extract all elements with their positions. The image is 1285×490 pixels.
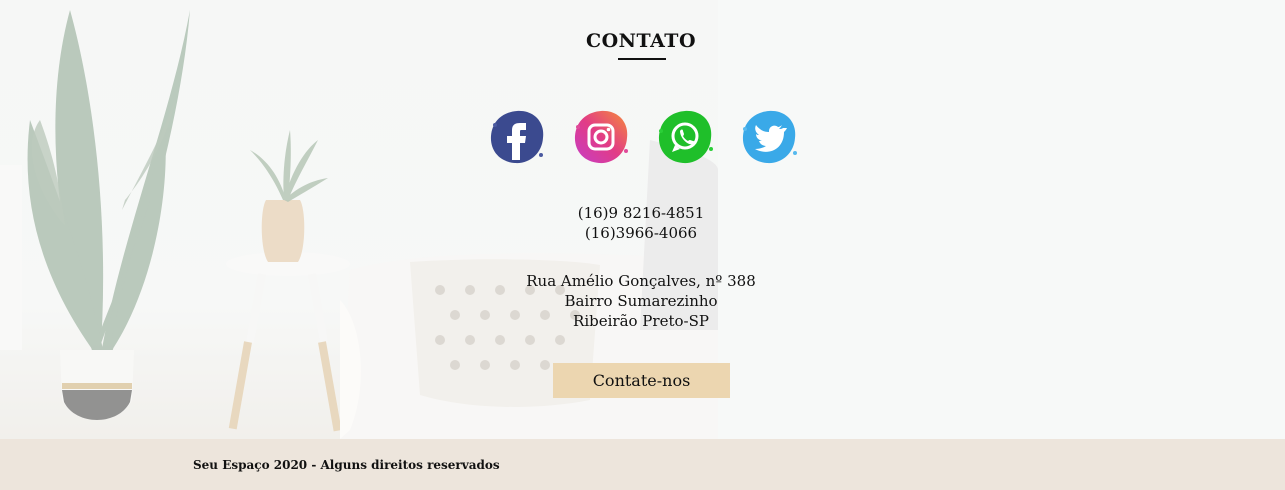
contact-section: CONTATO (16)9 8216-4851 (16)3966-4066 Ru…: [0, 0, 1285, 439]
phone-landline: (16)3966-4066: [584, 224, 698, 242]
instagram-icon: [574, 110, 628, 164]
address-block: Rua Amélio Gonçalves, nº 388 Bairro Suma…: [491, 271, 791, 331]
address-neighborhood: Bairro Sumarezinho: [564, 292, 718, 310]
facebook-link[interactable]: [485, 105, 549, 169]
footer: Seu Espaço 2020 - Alguns direitos reserv…: [0, 439, 1285, 490]
footer-copyright: Seu Espaço 2020 - Alguns direitos reserv…: [193, 458, 500, 472]
social-links: [485, 105, 805, 175]
phone-numbers: (16)9 8216-4851 (16)3966-4066: [491, 203, 791, 243]
phone-mobile: (16)9 8216-4851: [577, 204, 705, 222]
contact-button[interactable]: Contate-nos: [553, 363, 730, 398]
twitter-link[interactable]: [737, 105, 801, 169]
section-title: CONTATO: [585, 30, 697, 52]
twitter-icon: [742, 110, 797, 164]
background-wall: [718, 0, 1285, 439]
title-underline: [618, 58, 666, 60]
instagram-link[interactable]: [569, 105, 633, 169]
address-city: Ribeirão Preto-SP: [573, 312, 709, 330]
whatsapp-link[interactable]: [653, 105, 717, 169]
address-street: Rua Amélio Gonçalves, nº 388: [526, 272, 756, 290]
facebook-icon: [490, 110, 544, 164]
whatsapp-icon: [658, 110, 713, 164]
